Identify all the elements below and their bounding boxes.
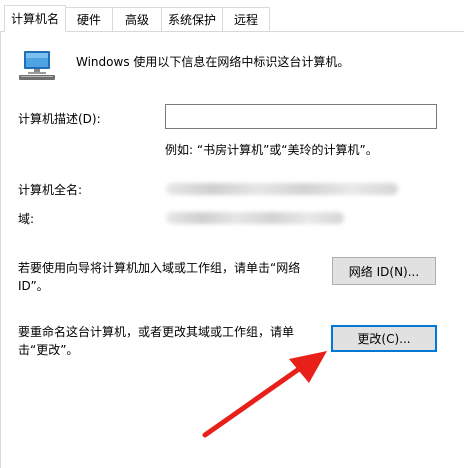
tab-bar: 计算机名 硬件 高级 系统保护 远程	[0, 0, 464, 32]
domain-value-redacted	[166, 212, 344, 224]
intro-text: Windows 使用以下信息在网络中标识这台计算机。	[76, 55, 350, 69]
red-arrow-icon	[195, 345, 335, 445]
tab-hardware[interactable]: 硬件	[65, 7, 113, 31]
domain-label: 域:	[18, 212, 35, 226]
description-input[interactable]	[165, 104, 437, 129]
description-example: 例如: “书房计算机”或“美玲的计算机”。	[165, 143, 378, 157]
tab-system-protection[interactable]: 系统保护	[161, 7, 223, 31]
tab-remote[interactable]: 远程	[222, 7, 270, 31]
tab-advanced[interactable]: 高级	[112, 7, 162, 31]
network-id-button[interactable]: 网络 ID(N)...	[332, 257, 436, 285]
tab-computer-name[interactable]: 计算机名	[4, 5, 66, 32]
tab-divider	[0, 31, 464, 32]
full-name-label: 计算机全名:	[18, 183, 83, 197]
network-id-text: 若要使用向导将计算机加入域或工作组，请单击“网络 ID”。	[18, 261, 301, 293]
change-button[interactable]: 更改(C)...	[331, 325, 437, 352]
full-name-value-redacted	[166, 183, 398, 195]
computer-network-icon	[17, 49, 57, 83]
description-label: 计算机描述(D):	[18, 112, 101, 126]
panel-border	[0, 31, 1, 468]
